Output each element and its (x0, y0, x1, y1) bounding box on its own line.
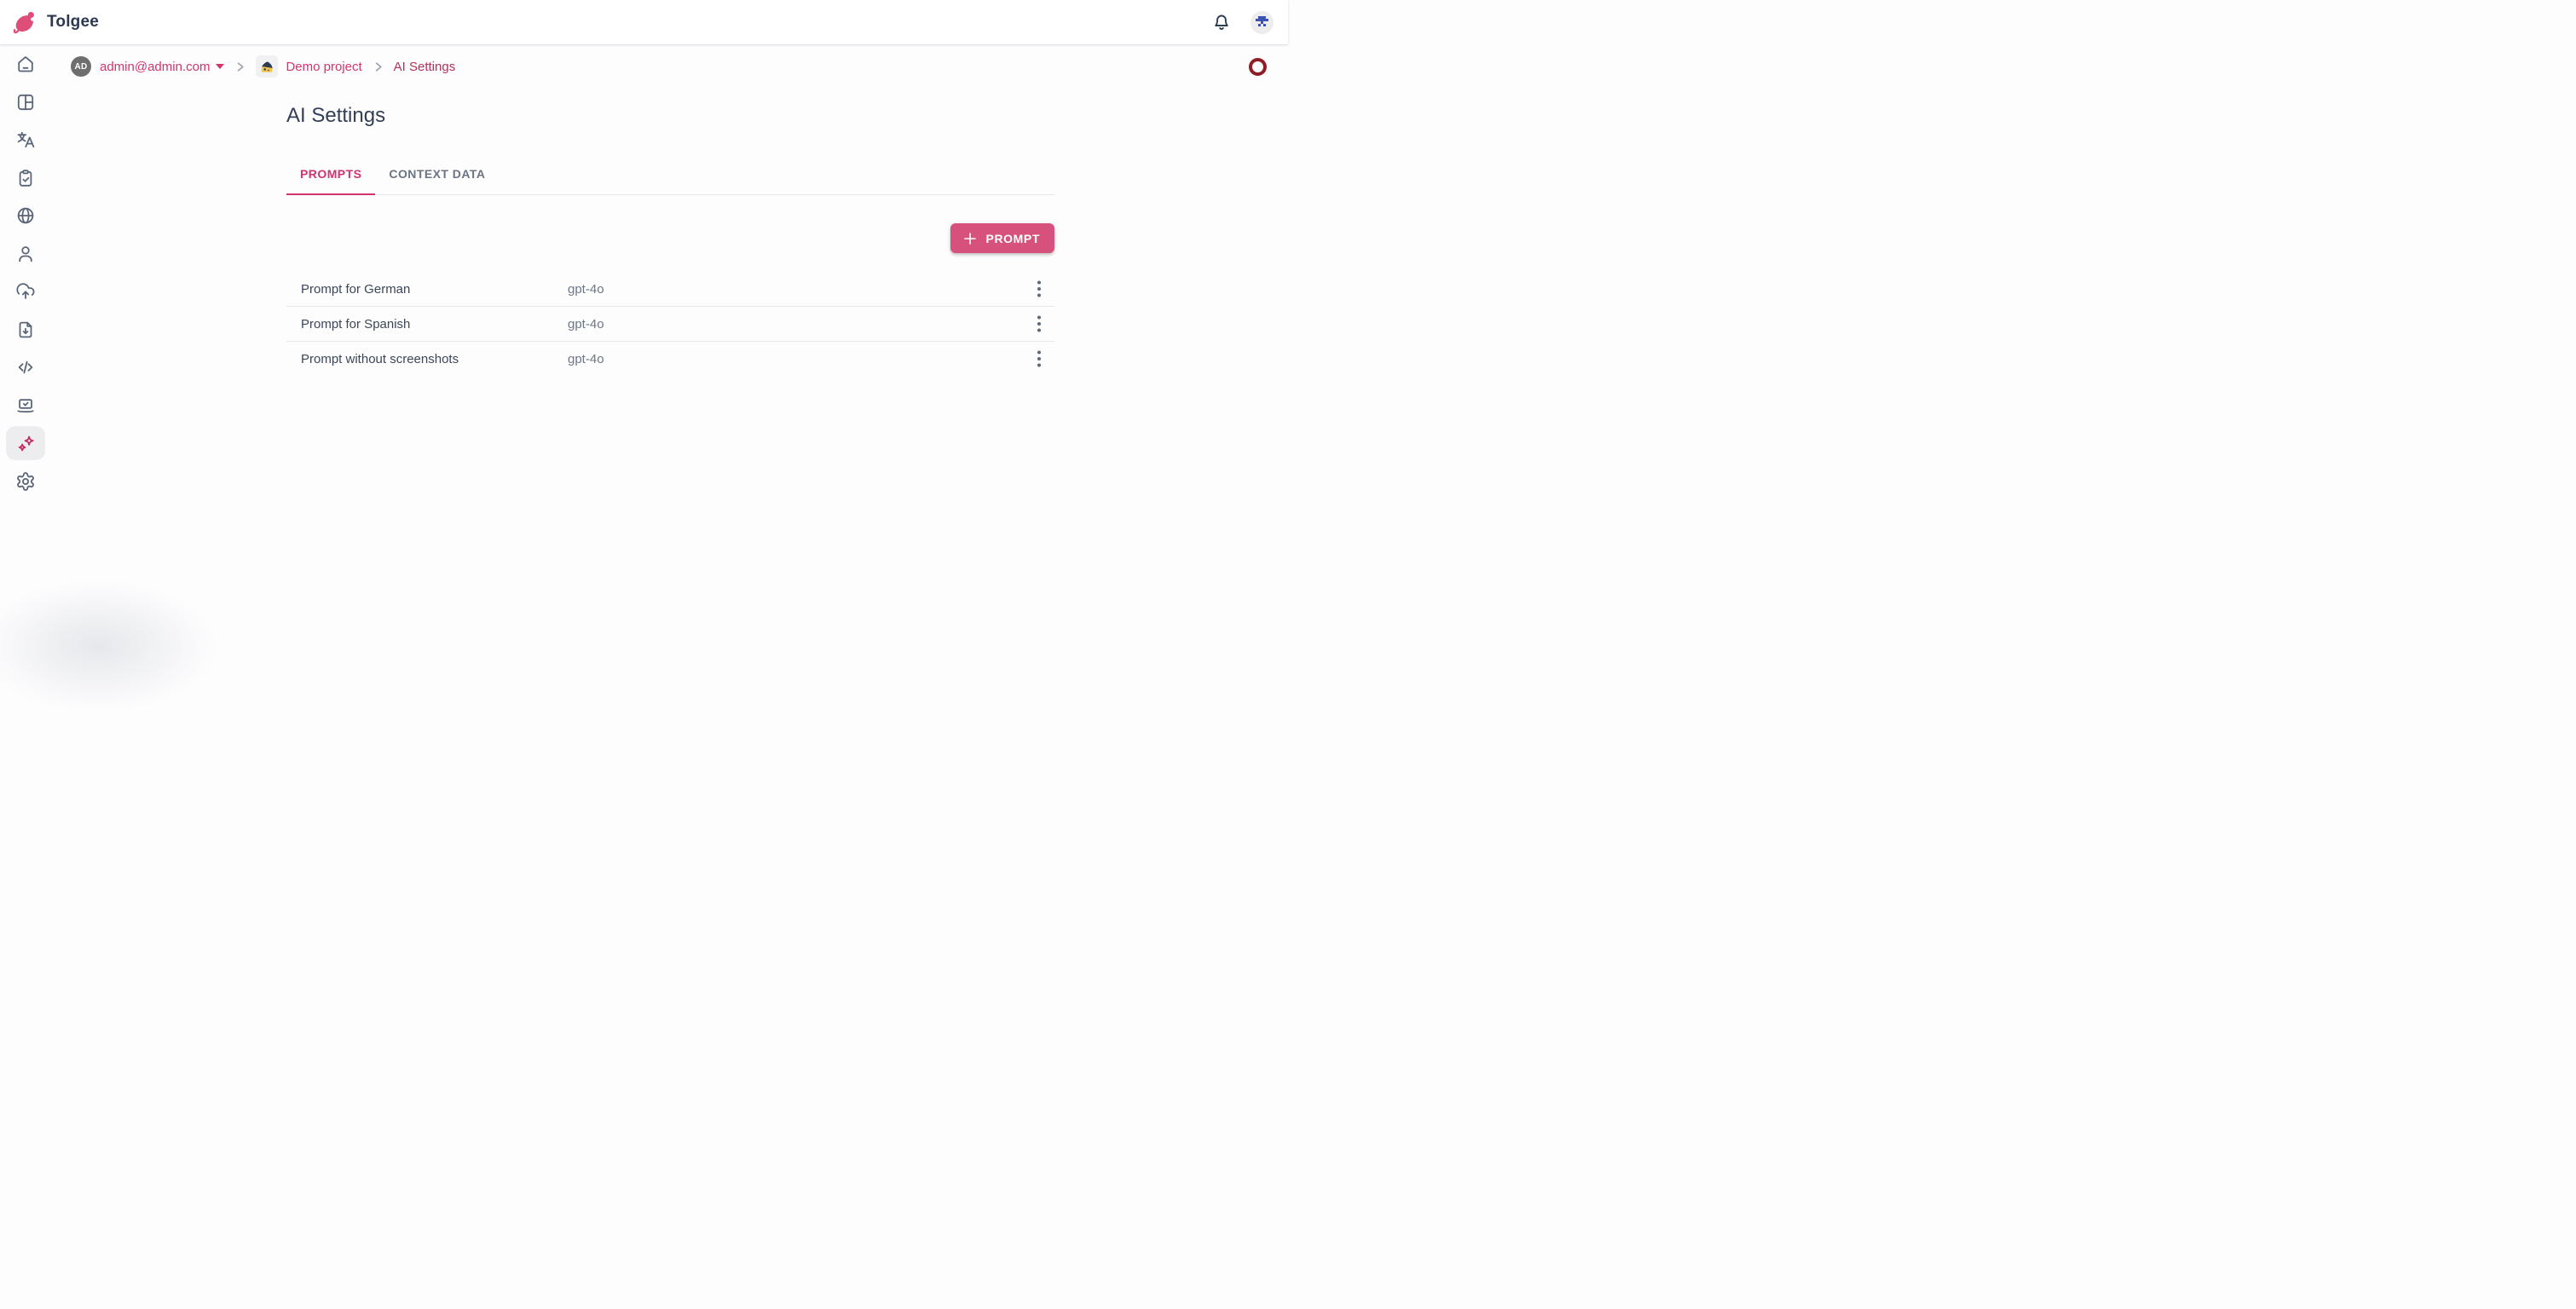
prompt-menu-button[interactable] (1024, 343, 1054, 374)
identicon-avatar (1256, 16, 1268, 29)
sidebar-item-developer[interactable] (6, 350, 45, 384)
tab-prompts[interactable]: PROMPTS (286, 153, 375, 194)
user-initials-avatar[interactable]: AD (71, 56, 91, 77)
sidebar-item-members[interactable] (6, 237, 45, 271)
file-download-icon (15, 320, 36, 340)
sidebar-item-export[interactable] (6, 313, 45, 347)
prompt-row[interactable]: Prompt for German gpt-4o (286, 272, 1054, 306)
chevron-right-icon (234, 61, 246, 73)
toolbar: PROMPT (286, 223, 1054, 253)
sidebar-item-languages[interactable] (6, 199, 45, 233)
cheese-project-icon (259, 59, 274, 74)
user-icon (15, 244, 36, 264)
tab-context-data[interactable]: CONTEXT DATA (375, 153, 499, 194)
gear-icon (15, 471, 36, 492)
sidebar-item-ai[interactable] (6, 426, 45, 460)
breadcrumb-user-email: admin@admin.com (100, 60, 210, 74)
page-title: AI Settings (286, 102, 1054, 130)
plus-icon (962, 231, 978, 246)
kebab-menu-icon (1037, 322, 1041, 326)
breadcrumb-project[interactable]: Demo project (286, 60, 361, 74)
notifications-button[interactable] (1204, 5, 1239, 39)
project-avatar[interactable] (256, 55, 278, 78)
tabs: PROMPTS CONTEXT DATA (286, 153, 1054, 195)
breadcrumb: AD admin@admin.com Demo project AI Setti… (71, 55, 455, 78)
usage-ring-indicator[interactable] (1249, 58, 1267, 76)
breadcrumb-project-name: Demo project (286, 60, 361, 74)
add-prompt-button[interactable]: PROMPT (950, 223, 1055, 253)
breadcrumb-separator (234, 61, 246, 73)
sidebar (0, 44, 51, 654)
sparkles-ai-icon (15, 433, 36, 453)
sidebar-item-integrate[interactable] (6, 389, 45, 423)
kebab-menu-icon (1037, 287, 1041, 291)
breadcrumb-row: AD admin@admin.com Demo project AI Setti… (51, 44, 1288, 89)
prompt-model: gpt-4o (568, 352, 1020, 366)
sidebar-item-tasks[interactable] (6, 161, 45, 195)
chevron-right-icon (372, 61, 384, 73)
user-avatar-button[interactable] (1250, 11, 1274, 34)
code-icon (15, 357, 36, 378)
sidebar-item-translations[interactable] (6, 123, 45, 157)
laptop-check-icon (15, 395, 36, 416)
add-prompt-button-label: PROMPT (986, 232, 1041, 245)
home-icon (15, 54, 36, 74)
prompt-name: Prompt for Spanish (301, 317, 568, 332)
sidebar-item-settings[interactable] (6, 464, 45, 499)
prompt-name: Prompt without screenshots (301, 352, 568, 366)
prompt-row[interactable]: Prompt without screenshots gpt-4o (286, 341, 1054, 376)
sidebar-item-import[interactable] (6, 274, 45, 309)
clipboard-check-icon (15, 168, 36, 188)
caret-down-icon (216, 64, 224, 69)
prompt-list: Prompt for German gpt-4o Prompt for Span… (286, 272, 1054, 376)
cloud-upload-icon (15, 281, 36, 302)
prompt-model: gpt-4o (568, 282, 1020, 297)
tolgee-logo[interactable]: Tolgee (0, 9, 99, 36)
breadcrumb-user[interactable]: admin@admin.com (100, 60, 224, 74)
prompt-model: gpt-4o (568, 317, 1020, 332)
kebab-menu-icon (1037, 357, 1041, 360)
main-content: AI Settings PROMPTS CONTEXT DATA PROMPT … (286, 89, 1054, 376)
prompt-name: Prompt for German (301, 282, 568, 297)
topbar: Tolgee (0, 0, 1288, 44)
prompt-row[interactable]: Prompt for Spanish gpt-4o (286, 306, 1054, 341)
prompt-menu-button[interactable] (1024, 274, 1054, 304)
dashboard-layout-icon (15, 92, 36, 112)
bell-icon (1211, 12, 1232, 32)
breadcrumb-separator (372, 61, 384, 73)
sidebar-item-dashboard[interactable] (6, 85, 45, 119)
globe-icon (15, 205, 36, 226)
sidebar-item-home[interactable] (6, 47, 45, 81)
translate-languages-icon (15, 130, 36, 150)
breadcrumb-current-page: AI Settings (394, 60, 456, 74)
prompt-menu-button[interactable] (1024, 309, 1054, 339)
app-title: Tolgee (47, 13, 99, 32)
tolgee-mouse-icon (12, 9, 39, 36)
